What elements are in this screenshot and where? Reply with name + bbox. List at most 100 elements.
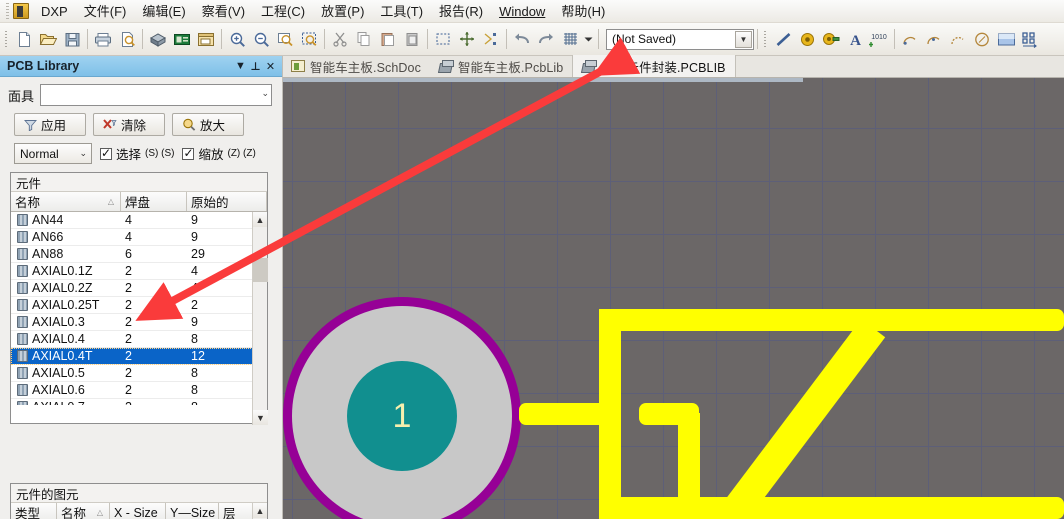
zoom-checkbox[interactable]: 缩放(Z) (Z) (182, 144, 256, 163)
table-row[interactable]: AN66 4 9 (11, 229, 267, 246)
clear-button[interactable]: 清除 (93, 113, 165, 136)
table-row[interactable]: AXIAL0.4T 2 12 (11, 348, 267, 365)
save-icon[interactable] (60, 27, 84, 51)
chevron-down-icon[interactable]: ▼ (735, 30, 752, 48)
arc-edge-icon[interactable] (922, 27, 946, 51)
primitives-scrollbar[interactable]: ▲ (252, 503, 267, 519)
table-row[interactable]: AN88 6 29 (11, 246, 267, 263)
table-row[interactable]: AXIAL0.6 2 8 (11, 382, 267, 399)
full-circle-icon[interactable] (970, 27, 994, 51)
table-row[interactable]: AXIAL0.1Z 2 4 (11, 263, 267, 280)
paste-icon[interactable] (376, 27, 400, 51)
deselect-icon[interactable] (479, 27, 503, 51)
components-rows[interactable]: AN44 4 9 AN66 4 9 AN88 6 29 AXIAL0.1Z 2 4 AXIAL0.2Z 2… (11, 212, 267, 405)
line-icon[interactable] (771, 27, 795, 51)
zoom-button[interactable]: 放大 (172, 113, 244, 136)
canvas-top-scroll-indicator[interactable] (283, 78, 803, 82)
move-icon[interactable] (455, 27, 479, 51)
menu-item-tools[interactable]: 工具(T) (372, 2, 431, 21)
print-preview-icon[interactable] (115, 27, 139, 51)
paste-special-icon[interactable] (400, 27, 424, 51)
arc-any-icon[interactable] (946, 27, 970, 51)
scroll-down-arrow[interactable]: ▼ (253, 410, 268, 425)
pcb-editor-canvas[interactable]: 1 (283, 78, 1064, 519)
document-window-icon[interactable] (194, 27, 218, 51)
new-document-icon[interactable] (12, 27, 36, 51)
print-icon[interactable] (91, 27, 115, 51)
copy-icon[interactable] (352, 27, 376, 51)
track-segment[interactable] (519, 403, 611, 425)
track-segment[interactable] (599, 497, 1064, 519)
menu-item-project[interactable]: 工程(C) (253, 2, 313, 21)
column-header-name[interactable]: 名称 △ (57, 503, 110, 519)
tab-schdoc[interactable]: 智能车主板.SchDoc (283, 55, 430, 77)
menu-item-edit[interactable]: 编辑(E) (134, 2, 193, 21)
undo-icon[interactable] (510, 27, 534, 51)
dxp-logo-icon[interactable] (13, 3, 29, 19)
menu-item-file[interactable]: 文件(F) (76, 2, 135, 21)
redo-icon[interactable] (534, 27, 558, 51)
arc-center-icon[interactable] (898, 27, 922, 51)
column-header-name[interactable]: 名称 △ (11, 192, 121, 211)
pad-outline-ring[interactable]: 1 (283, 297, 521, 519)
zoom-fit-icon[interactable] (273, 27, 297, 51)
column-header-ysize[interactable]: Y—Size (166, 503, 219, 519)
scroll-up-arrow[interactable]: ▲ (253, 212, 267, 227)
apply-button[interactable]: 应用 (14, 113, 86, 136)
tab-pcblib-1[interactable]: 智能车主板.PcbLib (430, 55, 572, 77)
column-header-xsize[interactable]: X - Size (110, 503, 166, 519)
menu-item-view[interactable]: 察看(V) (194, 2, 253, 21)
menu-item-dxp[interactable]: DXP (33, 2, 76, 21)
table-row[interactable]: AXIAL0.2Z 2 4 (11, 280, 267, 297)
mask-input[interactable]: ⌄ (40, 84, 272, 106)
table-row[interactable]: AXIAL0.5 2 8 (11, 365, 267, 382)
track-segment[interactable] (599, 309, 621, 519)
table-row[interactable]: AXIAL0.25T 2 2 (11, 297, 267, 314)
via-icon[interactable] (819, 27, 843, 51)
grid-icon[interactable] (558, 27, 582, 51)
scroll-up-arrow[interactable]: ▲ (253, 503, 267, 518)
chevron-down-icon[interactable]: ⌄ (261, 88, 269, 99)
grid-dropdown-arrow[interactable] (582, 27, 595, 51)
track-segment[interactable] (678, 413, 700, 519)
zoom-in-icon[interactable] (225, 27, 249, 51)
table-row[interactable]: AXIAL0.4 2 8 (11, 331, 267, 348)
track-segment[interactable] (599, 309, 1064, 331)
toolbar-grip[interactable] (2, 29, 10, 49)
menu-item-window[interactable]: Window (491, 2, 553, 21)
column-header-primitives[interactable]: 原始的 (187, 192, 267, 211)
table-row[interactable]: AN44 4 9 (11, 212, 267, 229)
pin-icon[interactable]: ⊥ (248, 59, 263, 74)
components-scrollbar[interactable]: ▲ ▼ (252, 212, 268, 425)
column-header-type[interactable]: 类型 (11, 503, 57, 519)
pad-icon[interactable] (795, 27, 819, 51)
zoom-area-icon[interactable] (297, 27, 321, 51)
application-window: DXP 文件(F) 编辑(E) 察看(V) 工程(C) 放置(P) 工具(T) … (0, 0, 1064, 519)
open-folder-icon[interactable] (36, 27, 60, 51)
menu-item-place[interactable]: 放置(P) (313, 2, 372, 21)
menu-grip[interactable] (4, 3, 11, 19)
tab-pcblib-2[interactable]: 常用元件封装.PCBLIB (572, 55, 736, 77)
fill-icon[interactable] (994, 27, 1018, 51)
menu-item-help[interactable]: 帮助(H) (553, 2, 613, 21)
pcb-board-icon[interactable] (146, 27, 170, 51)
select-area-icon[interactable] (431, 27, 455, 51)
cut-icon[interactable] (328, 27, 352, 51)
zoom-out-icon[interactable] (249, 27, 273, 51)
column-header-pads[interactable]: 焊盘 (121, 192, 187, 211)
component-body-icon[interactable] (1018, 27, 1042, 51)
document-state-combo[interactable]: (Not Saved) ▼ (606, 28, 754, 50)
draw-toolbar-grip[interactable] (761, 29, 769, 49)
chevron-down-icon[interactable]: ⌄ (79, 148, 87, 159)
dropdown-menu-icon[interactable]: ▼ (233, 59, 248, 74)
close-icon[interactable]: ✕ (263, 59, 278, 74)
string-icon[interactable]: A (843, 27, 867, 51)
scroll-thumb[interactable] (253, 258, 268, 282)
select-mode-combo[interactable]: Normal ⌄ (14, 143, 92, 164)
pcb-library-icon[interactable] (170, 27, 194, 51)
dimension-icon[interactable]: 1010 (867, 27, 891, 51)
select-checkbox[interactable]: 选择(S) (S) (100, 144, 174, 163)
table-row[interactable]: AXIAL0.728 (11, 399, 267, 405)
menu-item-reports[interactable]: 报告(R) (431, 2, 491, 21)
table-row[interactable]: AXIAL0.3 2 9 (11, 314, 267, 331)
